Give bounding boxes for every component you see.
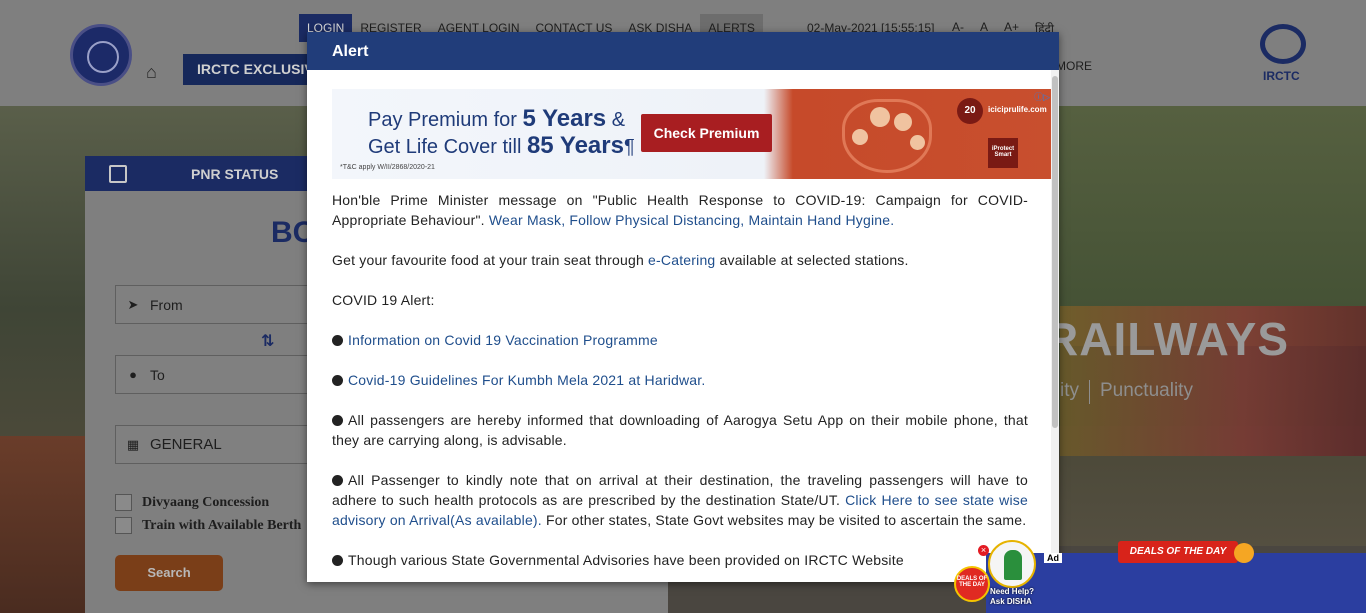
face-father <box>870 107 890 127</box>
check-premium-button[interactable]: Check Premium <box>641 114 772 152</box>
ad-line2-bold: 85 Years <box>526 132 624 159</box>
alert-modal: Alert Pay Premium for 5 Years & Get Life… <box>307 32 1059 582</box>
divyaang-concession-option[interactable]: Divyaang Concession <box>115 494 269 511</box>
kumbh-item: Covid-19 Guidelines For Kumbh Mela 2021 … <box>332 370 1028 390</box>
ad-product-logo: iProtect Smart <box>988 138 1018 168</box>
ad-headline-1: Pay Premium for 5 Years & <box>368 105 625 133</box>
to-placeholder: To <box>150 366 165 383</box>
hero-fence <box>0 436 90 613</box>
ecatering-link[interactable]: e-Catering <box>648 252 715 268</box>
available-berth-option[interactable]: Train with Available Berth <box>115 517 301 534</box>
alert-content: Hon'ble Prime Minister message on "Publi… <box>332 190 1028 582</box>
kumbh-guidelines-link[interactable]: Covid-19 Guidelines For Kumbh Mela 2021 … <box>348 372 705 388</box>
family-illustration <box>830 95 940 179</box>
tagline-word-2: Punctuality <box>1100 380 1193 401</box>
modal-scrollbar[interactable] <box>1051 70 1059 582</box>
divyaang-label: Divyaang Concession <box>142 494 270 510</box>
divyaang-checkbox[interactable] <box>115 494 132 511</box>
ecatering-paragraph: Get your favourite food at your train se… <box>332 250 1028 270</box>
modal-title: Alert <box>307 32 1059 70</box>
disha-avatar[interactable] <box>988 540 1036 588</box>
from-station-field[interactable]: ➤ From <box>115 285 315 324</box>
state-advisories-text: Though various State Governmental Adviso… <box>348 552 904 568</box>
aarogya-setu-text: All passengers are hereby informed that … <box>332 412 1028 448</box>
adchoices-icon[interactable]: ⓘ▷ <box>1028 90 1050 102</box>
quota-select[interactable]: ▦ GENERAL <box>115 425 315 464</box>
available-berth-label: Train with Available Berth <box>142 517 302 533</box>
coin-icon <box>1234 543 1254 563</box>
ecatering-text-pre: Get your favourite food at your train se… <box>332 252 649 268</box>
face-mother <box>894 113 912 131</box>
disha-label-line-2: Ask DISHA <box>990 597 1032 606</box>
tab-pnr-status[interactable]: PNR STATUS <box>191 166 278 182</box>
pm-message-paragraph: Hon'ble Prime Minister message on "Publi… <box>332 190 1028 230</box>
quota-value: GENERAL <box>150 436 222 453</box>
bullet-icon <box>332 555 343 566</box>
ad-line1-pre: Pay Premium for <box>368 109 523 131</box>
deals-badge[interactable]: DEALS OF THE DAY <box>954 566 990 602</box>
clipboard-icon[interactable] <box>109 164 127 183</box>
map-pin-icon: ● <box>129 367 137 382</box>
ad-url: iciciprulife.com <box>988 105 1047 114</box>
ad-fine-print: *T&C apply W/II/2868/2020-21 <box>340 164 435 171</box>
from-placeholder: From <box>150 296 183 313</box>
modal-body[interactable]: Pay Premium for 5 Years & Get Life Cover… <box>307 70 1059 582</box>
ad-line2-post: ¶ <box>623 136 635 158</box>
ad-headline-2: Get Life Cover till 85 Years¶ <box>368 132 635 160</box>
hero-title: RAILWAYS <box>1045 313 1290 365</box>
hero-tagline: ity Punctuality <box>1060 380 1193 404</box>
tagline-word-1: ity <box>1060 380 1079 401</box>
ad-line1-post: & <box>606 109 626 131</box>
irctc-logo-mark <box>1260 24 1306 64</box>
home-icon[interactable]: ⌂ <box>146 62 157 83</box>
deals-of-the-day-ad[interactable]: Ad DEALS OF THE DAY <box>986 541 1366 613</box>
bullet-icon <box>332 335 343 346</box>
swap-stations-icon[interactable]: ⇅ <box>261 331 274 351</box>
vaccination-link[interactable]: Information on Covid 19 Vaccination Prog… <box>348 332 658 348</box>
insurance-ad-banner[interactable]: Pay Premium for 5 Years & Get Life Cover… <box>332 89 1052 179</box>
vaccination-item: Information on Covid 19 Vaccination Prog… <box>332 330 1028 350</box>
ad-line1-bold: 5 Years <box>522 105 607 132</box>
ask-disha-widget[interactable]: DEALS OF THE DAY × Need Help? Ask DISHA <box>954 540 1038 613</box>
aarogya-setu-item: All passengers are hereby informed that … <box>332 410 1028 450</box>
location-arrow-icon: ➤ <box>127 296 139 312</box>
ad-label: Ad <box>1044 553 1062 563</box>
to-station-field[interactable]: ● To <box>115 355 315 394</box>
arrival-protocol-item: All Passenger to kindly note that on arr… <box>332 470 1028 530</box>
more-menu[interactable]: MORE <box>1056 59 1092 73</box>
ad-line2-pre: Get Life Cover till <box>368 136 527 158</box>
state-advisories-item: Though various State Governmental Adviso… <box>332 550 1028 570</box>
disha-label: Need Help? Ask DISHA <box>990 587 1034 607</box>
irctc-logo[interactable]: IRCTC <box>1256 24 1312 84</box>
irctc-exclusive-button[interactable]: IRCTC EXCLUSIVE <box>183 54 313 85</box>
covid-behaviour-link[interactable]: Wear Mask, Follow Physical Distancing, M… <box>489 212 894 228</box>
bullet-icon <box>332 415 343 426</box>
close-icon[interactable]: × <box>978 545 989 556</box>
tagline-separator <box>1089 380 1090 404</box>
arrival-protocol-text-post: For other states, State Govt websites ma… <box>541 512 1027 528</box>
bullet-icon <box>332 475 343 486</box>
search-button[interactable]: Search <box>115 555 223 591</box>
scrollbar-thumb[interactable] <box>1052 76 1058 428</box>
irctc-logo-text: IRCTC <box>1263 69 1300 83</box>
ecatering-text-post: available at selected stations. <box>715 252 909 268</box>
disha-label-line-1: Need Help? <box>990 587 1035 596</box>
available-berth-checkbox[interactable] <box>115 517 132 534</box>
covid-alert-heading: COVID 19 Alert: <box>332 292 435 308</box>
face-child-1 <box>852 129 868 145</box>
bullet-icon <box>332 375 343 386</box>
grid-icon: ▦ <box>126 436 140 452</box>
indian-railways-logo[interactable] <box>70 24 132 86</box>
face-child-2 <box>910 135 925 150</box>
ad-years-badge: 20 <box>957 98 983 124</box>
deals-ribbon: DEALS OF THE DAY <box>1118 541 1238 563</box>
